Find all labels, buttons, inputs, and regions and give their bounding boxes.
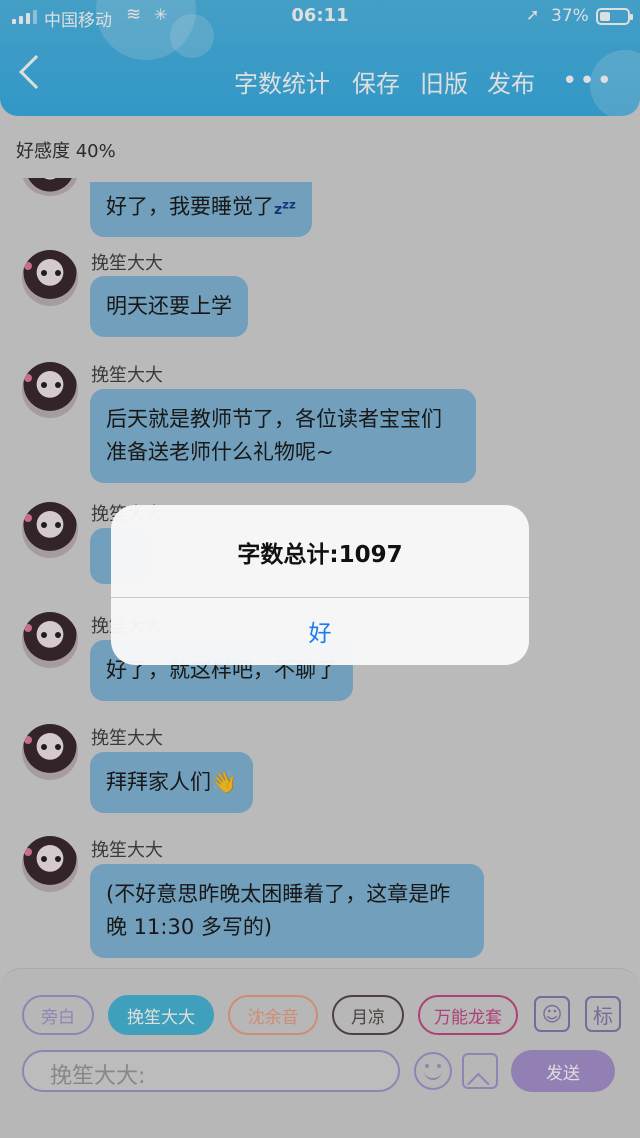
alert-dialog: 字数总计:1097 好 [111,505,529,665]
alert-ok-label: 好 [308,621,332,647]
alert-message: 字数总计:1097 [237,542,403,568]
alert-ok-button[interactable]: 好 [111,597,529,665]
